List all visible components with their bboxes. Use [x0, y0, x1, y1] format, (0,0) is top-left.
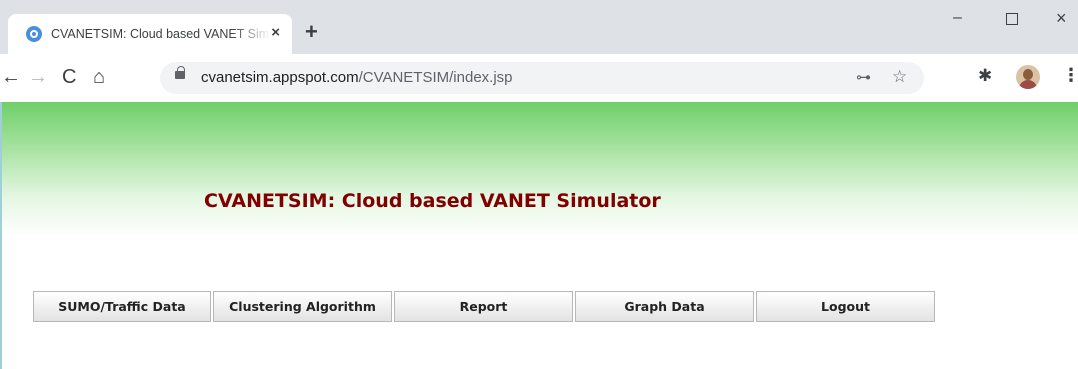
home-icon[interactable]: ⌂ [93, 66, 105, 88]
key-icon[interactable]: ⊶ [856, 68, 871, 86]
back-arrow-icon[interactable]: ← [1, 66, 21, 88]
graph-data-button[interactable]: Graph Data [575, 291, 754, 322]
page-left-border [0, 102, 2, 369]
url-text[interactable]: cvanetsim.appspot.com/CVANETSIM/index.js… [201, 69, 513, 87]
url-host: cvanetsim.appspot.com [201, 69, 359, 86]
tab-title: CVANETSIM: Cloud based VANET Simulator [51, 27, 271, 41]
maximize-window-button[interactable] [1006, 13, 1018, 25]
main-menu: SUMO/Traffic Data Clustering Algorithm R… [33, 291, 937, 322]
avatar-head [1023, 69, 1033, 80]
minimize-window-button[interactable]: – [953, 8, 962, 28]
kebab-menu-icon[interactable]: ⋮ [1062, 65, 1078, 86]
lock-icon[interactable] [175, 66, 185, 79]
report-button[interactable]: Report [394, 291, 573, 322]
browser-toolbar: ← → C ⌂ cvanetsim.appspot.com/CVANETSIM/… [0, 54, 1078, 102]
extensions-puzzle-icon[interactable]: ✱ [978, 66, 992, 86]
address-bar[interactable]: cvanetsim.appspot.com/CVANETSIM/index.js… [160, 62, 924, 94]
logout-button[interactable]: Logout [756, 291, 935, 322]
bookmark-star-icon[interactable]: ☆ [892, 67, 907, 87]
close-window-button[interactable]: × [1056, 8, 1067, 28]
page-content: CVANETSIM: Cloud based VANET Simulator S… [0, 102, 1078, 369]
browser-tabstrip: CVANETSIM: Cloud based VANET Simulator ×… [0, 0, 1078, 54]
site-favicon-icon [26, 26, 42, 42]
browser-tab[interactable]: CVANETSIM: Cloud based VANET Simulator × [8, 14, 292, 54]
sumo-traffic-data-button[interactable]: SUMO/Traffic Data [33, 291, 211, 322]
clustering-algorithm-button[interactable]: Clustering Algorithm [213, 291, 392, 322]
tab-close-icon[interactable]: × [271, 25, 280, 41]
reload-icon[interactable]: C [62, 66, 76, 88]
new-tab-button[interactable]: + [305, 21, 318, 43]
url-path: /CVANETSIM/index.jsp [358, 69, 513, 86]
page-title: CVANETSIM: Cloud based VANET Simulator [204, 190, 661, 212]
avatar-body [1019, 80, 1037, 89]
header-banner: CVANETSIM: Cloud based VANET Simulator [0, 102, 1078, 237]
forward-arrow-icon[interactable]: → [28, 66, 48, 88]
profile-avatar[interactable] [1016, 65, 1040, 89]
